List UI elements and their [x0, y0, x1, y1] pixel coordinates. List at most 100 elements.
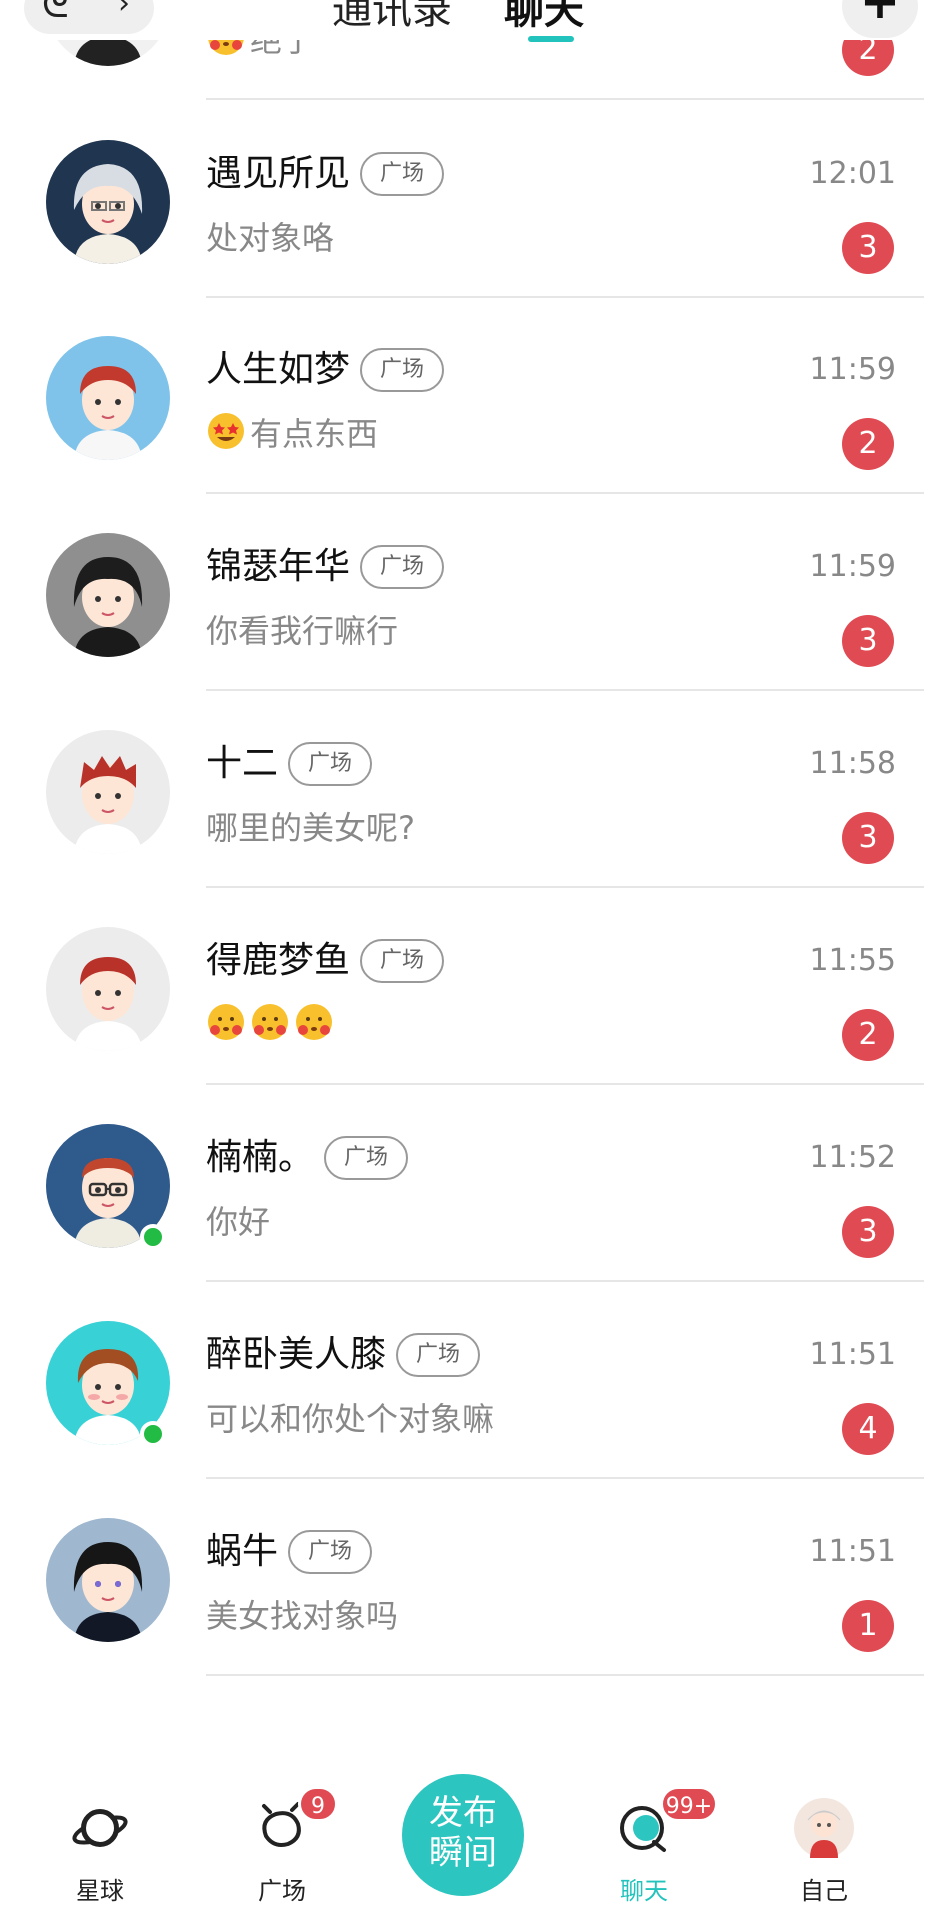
chat-list[interactable]: 绝了 2 遇见所见 广场 处对象咯 12:01 3 人生如梦 广场 有点东西 11:59 2	[0, 0, 942, 1770]
planet-icon	[72, 1809, 128, 1847]
chat-item[interactable]: 楠楠。 广场你好 11:52 3	[0, 1084, 942, 1282]
bottom-nav: 星球 9 广场 发布 瞬间 99+ 聊天 自己	[0, 1770, 942, 1920]
source-tag: 广场	[360, 348, 445, 392]
last-message: 有点东西	[206, 406, 378, 462]
source-tag: 广场	[324, 1136, 409, 1180]
source-tag: 广场	[360, 152, 445, 196]
chevron-right-icon: ›	[118, 0, 130, 21]
chat-name: 人生如梦	[206, 349, 351, 390]
message-time: 11:51	[809, 1337, 896, 1372]
star-eyes-face-icon	[208, 413, 244, 449]
last-message-text: 你好	[206, 1203, 271, 1241]
last-message: 哪里的美女呢?	[206, 800, 415, 856]
last-message-text: 有点东西	[250, 415, 379, 453]
shy-face-icon	[252, 1004, 288, 1040]
message-time: 11:55	[809, 943, 896, 978]
message-time: 12:01	[809, 156, 896, 191]
unread-badge: 2	[842, 418, 894, 470]
last-message: 你看我行嘛行	[206, 603, 398, 659]
source-tag: 广场	[360, 545, 445, 589]
chat-name: 锦瑟年华	[206, 546, 351, 587]
publish-moment-button[interactable]: 发布 瞬间	[402, 1774, 524, 1896]
plus-icon: +	[859, 0, 901, 30]
match-button[interactable]: ᘓ ›	[24, 0, 154, 34]
chat-badge: 99+	[660, 1786, 718, 1822]
last-message: 美女找对象吗	[206, 1588, 398, 1644]
chat-item[interactable]: 醉卧美人膝 广场可以和你处个对象嘛 11:51 4	[0, 1281, 942, 1479]
unread-badge: 4	[842, 1403, 894, 1455]
source-tag: 广场	[396, 1333, 481, 1377]
avatar[interactable]	[46, 533, 170, 657]
message-time: 11:51	[809, 1534, 896, 1569]
message-time: 11:59	[809, 352, 896, 387]
tab-chat[interactable]: 聊天	[504, 0, 584, 34]
avatar[interactable]	[46, 336, 170, 460]
nav-label-planet: 星球	[76, 1877, 124, 1905]
last-message: 你好	[206, 1194, 270, 1250]
online-status-dot	[140, 1421, 166, 1447]
chat-name: 遇见所见	[206, 153, 351, 194]
last-message-text: 你看我行嘛行	[206, 612, 399, 650]
unread-badge: 1	[842, 1600, 894, 1652]
active-tab-indicator	[528, 36, 574, 42]
avatar[interactable]	[46, 927, 170, 1051]
avatar[interactable]	[46, 730, 170, 854]
nav-chat[interactable]: 99+ 聊天	[584, 1786, 718, 1918]
chat-name-row: 蜗牛 广场	[206, 1524, 373, 1580]
chat-name: 醉卧美人膝	[206, 1334, 387, 1375]
last-message-text: 哪里的美女呢?	[206, 809, 415, 847]
chat-name-row: 楠楠。 广场	[206, 1130, 409, 1186]
nav-label-square: 广场	[258, 1877, 306, 1905]
chat-item[interactable]: 锦瑟年华 广场你看我行嘛行 11:59 3	[0, 493, 942, 691]
message-time: 11:58	[809, 746, 896, 781]
chat-name: 楠楠。	[206, 1137, 315, 1178]
chat-item[interactable]: 十二 广场哪里的美女呢? 11:58 3	[0, 690, 942, 888]
unread-badge: 2	[842, 1009, 894, 1061]
chat-name-row: 遇见所见 广场	[206, 146, 445, 202]
chat-name: 蜗牛	[206, 1531, 279, 1572]
chat-item[interactable]: 蜗牛 广场美女找对象吗 11:51 1	[0, 1478, 942, 1676]
profile-avatar	[794, 1798, 854, 1858]
unread-badge: 3	[842, 1206, 894, 1258]
chat-name: 十二	[206, 743, 279, 784]
square-badge: 9	[298, 1786, 338, 1822]
face-plus-icon: ᘓ	[42, 0, 69, 26]
last-message-text: 可以和你处个对象嘛	[206, 1400, 495, 1438]
shy-face-icon	[208, 1004, 244, 1040]
source-tag: 广场	[288, 742, 373, 786]
last-message	[206, 997, 338, 1053]
chat-name-row: 十二 广场	[206, 736, 373, 792]
last-message: 处对象咯	[206, 210, 334, 266]
source-tag: 广场	[288, 1530, 373, 1574]
unread-badge: 3	[842, 812, 894, 864]
add-button[interactable]: +	[842, 0, 918, 38]
tab-contacts[interactable]: 通讯录	[332, 0, 452, 34]
chat-name-row: 得鹿梦鱼 广场	[206, 933, 445, 989]
last-message-text: 美女找对象吗	[206, 1597, 399, 1635]
chat-item[interactable]: 遇见所见 广场 处对象咯 12:01 3	[0, 100, 942, 298]
last-message: 可以和你处个对象嘛	[206, 1391, 494, 1447]
publish-label-1: 发布	[429, 1793, 497, 1833]
chat-name: 得鹿梦鱼	[206, 940, 351, 981]
chat-name-row: 锦瑟年华 广场	[206, 539, 445, 595]
last-message-text: 处对象咯	[206, 219, 335, 257]
nav-label-profile: 自己	[800, 1877, 848, 1905]
top-header: ᘓ › 通讯录 聊天 +	[0, 0, 942, 42]
nav-profile[interactable]: 自己	[764, 1788, 884, 1918]
message-time: 11:59	[809, 549, 896, 584]
publish-label-2: 瞬间	[429, 1833, 497, 1873]
chat-name-row: 醉卧美人膝 广场	[206, 1327, 481, 1383]
online-status-dot	[140, 1224, 166, 1250]
avatar[interactable]	[46, 140, 170, 264]
avatar[interactable]	[46, 1518, 170, 1642]
nav-planet[interactable]: 星球	[40, 1788, 160, 1918]
chat-item[interactable]: 得鹿梦鱼 广场 11:55 2	[0, 887, 942, 1085]
shy-face-icon	[296, 1004, 332, 1040]
nav-label-chat: 聊天	[620, 1877, 668, 1905]
chat-item[interactable]: 人生如梦 广场 有点东西 11:59 2	[0, 296, 942, 494]
unread-badge: 3	[842, 615, 894, 667]
unread-badge: 3	[842, 222, 894, 274]
source-tag: 广场	[360, 939, 445, 983]
message-time: 11:52	[809, 1140, 896, 1175]
nav-square[interactable]: 9 广场	[222, 1786, 342, 1918]
